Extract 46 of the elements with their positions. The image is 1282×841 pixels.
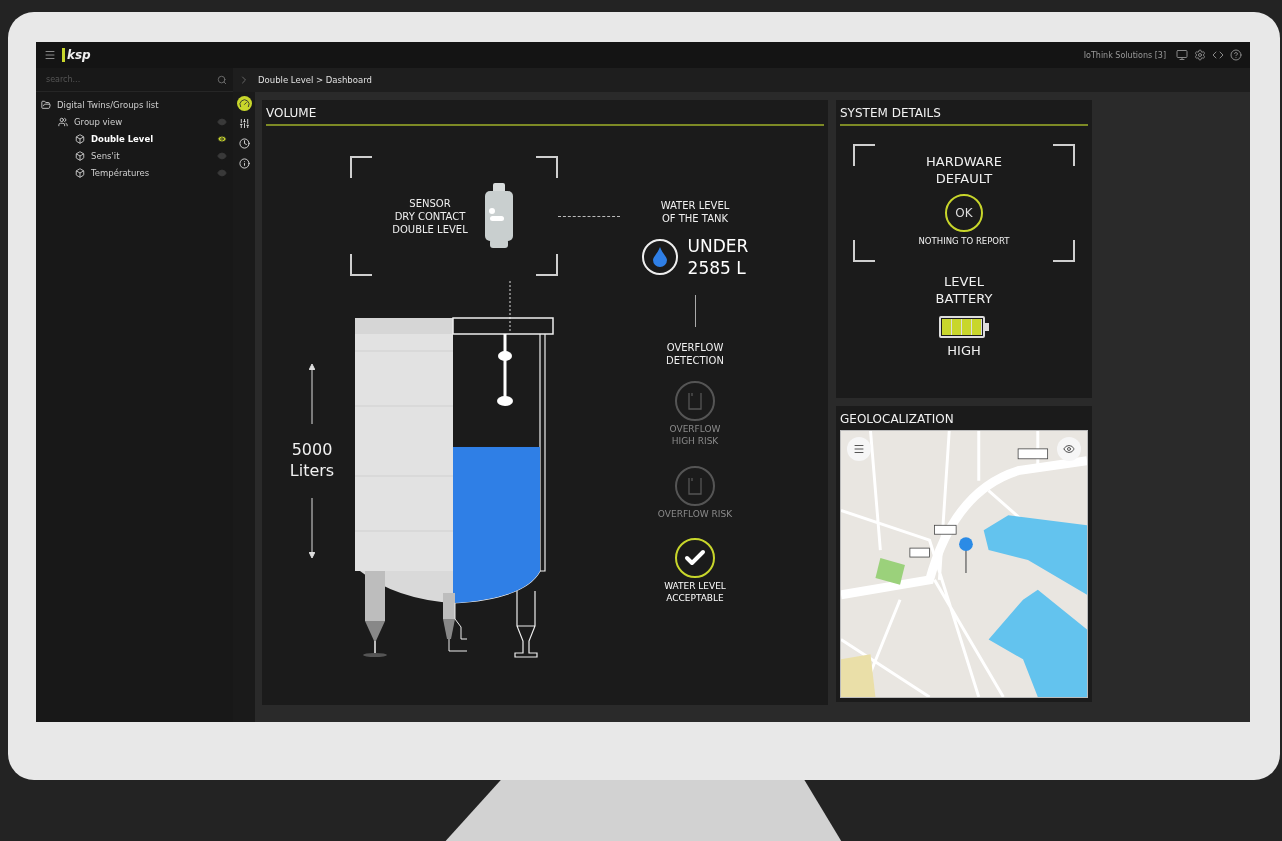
settings-icon[interactable] xyxy=(1194,49,1206,61)
status-text: OK xyxy=(955,205,973,220)
tree-item[interactable]: Températures xyxy=(91,167,150,178)
battery-icon xyxy=(939,315,989,338)
menu-icon xyxy=(853,443,865,455)
hardware-title: HARDWARE DEFAULT xyxy=(926,154,1002,188)
eye-icon xyxy=(1063,443,1075,455)
water-level-reading: UNDER 2585 L xyxy=(687,235,749,280)
battery-title: LEVEL BATTERY xyxy=(935,274,993,308)
hardware-message: NOTHING TO REPORT xyxy=(918,235,1010,247)
cube-icon xyxy=(75,150,85,161)
tree-item[interactable]: Digital Twins/Groups list xyxy=(57,99,159,110)
up-arrow-icon xyxy=(309,364,315,425)
tree-item[interactable]: Group view xyxy=(74,116,123,127)
eye-icon[interactable] xyxy=(217,133,227,144)
help-icon[interactable] xyxy=(1230,49,1242,61)
battery-reading: HIGH xyxy=(947,342,981,360)
folder-icon xyxy=(41,99,51,110)
panel-title: GEOLOCALIZATION xyxy=(840,411,955,426)
code-icon[interactable] xyxy=(1212,49,1224,61)
indicator-label: WATER LEVEL ACCEPTABLE xyxy=(664,581,726,605)
breadcrumb: Double Level > Dashboard xyxy=(258,75,372,85)
tree-item[interactable]: Double Level xyxy=(91,133,154,144)
group-icon xyxy=(58,116,68,127)
search-icon[interactable] xyxy=(217,74,227,85)
connector-line xyxy=(558,215,620,217)
logo: ksp xyxy=(62,48,91,62)
panel-title: VOLUME xyxy=(266,100,824,126)
capacity-label: 5000 Liters xyxy=(289,440,335,482)
indicator-label: OVERFLOW HIGH RISK xyxy=(669,424,721,448)
info-tab[interactable] xyxy=(236,156,252,171)
indicator-label: OVERFLOW RISK xyxy=(657,508,733,521)
history-tab[interactable] xyxy=(236,136,252,151)
dashboard-tab[interactable] xyxy=(236,96,252,111)
overflow-title: OVERFLOW DETECTION xyxy=(666,341,724,368)
water-level-title: WATER LEVEL OF THE TANK xyxy=(660,199,730,225)
menu-icon[interactable] xyxy=(44,49,56,61)
tree-item[interactable]: Sens'it xyxy=(91,150,120,161)
cube-icon xyxy=(75,167,85,178)
monitor-icon[interactable] xyxy=(1176,49,1188,61)
panel-title: SYSTEM DETAILS xyxy=(840,100,1088,126)
sensor-label: SENSOR DRY CONTACT DOUBLE LEVEL xyxy=(392,196,468,236)
account-name[interactable]: IoThink Solutions [3] xyxy=(1083,50,1166,60)
water-drop-icon xyxy=(641,239,678,276)
down-arrow-icon xyxy=(309,497,315,558)
cube-icon xyxy=(75,133,85,144)
